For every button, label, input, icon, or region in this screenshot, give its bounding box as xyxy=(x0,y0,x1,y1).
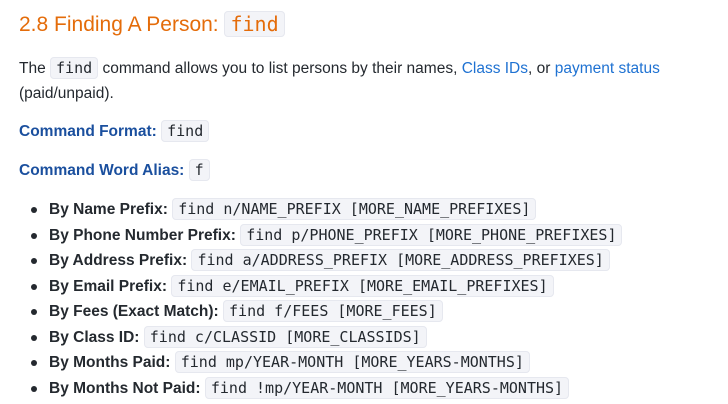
option-code: find mp/YEAR-MONTH [MORE_YEARS-MONTHS] xyxy=(174,351,530,373)
bullet-icon xyxy=(31,334,37,341)
section-heading-text: 2.8 Finding A Person: xyxy=(19,13,225,36)
section-heading: 2.8 Finding A Person: find xyxy=(19,9,728,39)
list-item: By Months Not Paid: find !mp/YEAR-MONTH … xyxy=(31,376,728,402)
command-alias-code: f xyxy=(188,159,210,181)
section-heading-code: find xyxy=(224,11,285,37)
option-label: By Class ID: xyxy=(49,328,140,346)
option-code: find c/CLASSID [MORE_CLASSIDS] xyxy=(143,325,427,348)
bullet-icon xyxy=(31,283,37,290)
option-code: find a/ADDRESS_PREFIX [MORE_ADDRESS_PREF… xyxy=(191,249,610,271)
option-label: By Months Paid: xyxy=(49,354,171,371)
doc-page: 2.8 Finding A Person: find The find comm… xyxy=(0,0,728,404)
bullet-icon xyxy=(31,258,37,264)
intro-text-4: (paid/unpaid). xyxy=(19,85,114,102)
bullet-icon xyxy=(31,207,37,213)
list-item: By Name Prefix: find n/NAME_PREFIX [MORE… xyxy=(31,197,728,223)
option-code: find n/NAME_PREFIX [MORE_NAME_PREFIXES] xyxy=(172,198,537,220)
list-item: By Address Prefix: find a/ADDRESS_PREFIX… xyxy=(31,248,728,274)
option-label: By Phone Number Prefix: xyxy=(49,226,236,244)
command-format-code: find xyxy=(161,120,210,142)
option-label: By Email Prefix: xyxy=(49,277,168,295)
intro-code: find xyxy=(50,57,99,79)
list-item: By Months Paid: find mp/YEAR-MONTH [MORE… xyxy=(31,350,728,376)
command-format-line: Command Format: find xyxy=(19,119,728,144)
command-format-label: Command Format: xyxy=(19,123,157,140)
bullet-icon xyxy=(31,385,37,392)
class-ids-link[interactable]: Class IDs xyxy=(462,60,528,77)
option-code: find f/FEES [MORE_FEES] xyxy=(223,300,443,322)
option-label: By Fees (Exact Match): xyxy=(49,303,219,320)
intro-text-1: The xyxy=(19,60,51,77)
command-alias-label: Command Word Alias: xyxy=(19,162,185,179)
option-label: By Name Prefix: xyxy=(49,201,168,218)
bullet-icon xyxy=(31,309,37,315)
find-options-list: By Name Prefix: find n/NAME_PREFIX [MORE… xyxy=(19,197,728,401)
bullet-icon xyxy=(31,360,37,366)
option-label: By Months Not Paid: xyxy=(49,379,201,397)
list-item: By Email Prefix: find e/EMAIL_PREFIX [MO… xyxy=(31,274,728,300)
intro-paragraph: The find command allows you to list pers… xyxy=(19,56,709,106)
intro-text-3: , or xyxy=(528,60,555,77)
option-code: find !mp/YEAR-MONTH [MORE_YEARS-MONTHS] xyxy=(204,376,570,399)
list-item: By Phone Number Prefix: find p/PHONE_PRE… xyxy=(31,223,728,249)
list-item: By Fees (Exact Match): find f/FEES [MORE… xyxy=(31,299,728,325)
payment-status-link[interactable]: payment status xyxy=(555,60,660,77)
command-alias-line: Command Word Alias: f xyxy=(19,158,728,183)
option-code: find p/PHONE_PREFIX [MORE_PHONE_PREFIXES… xyxy=(240,223,623,246)
option-code: find e/EMAIL_PREFIX [MORE_EMAIL_PREFIXES… xyxy=(171,274,554,297)
bullet-icon xyxy=(31,232,37,239)
intro-text-2: command allows you to list persons by th… xyxy=(98,60,462,77)
option-label: By Address Prefix: xyxy=(49,252,188,269)
list-item: By Class ID: find c/CLASSID [MORE_CLASSI… xyxy=(31,325,728,351)
